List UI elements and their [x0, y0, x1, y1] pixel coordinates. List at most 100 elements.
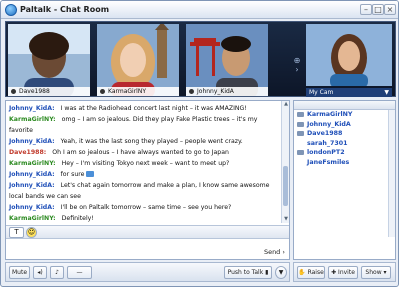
- minimize-button[interactable]: –: [360, 4, 372, 15]
- maximize-button[interactable]: □: [372, 4, 384, 15]
- message-nickname[interactable]: Johnny_KidA:: [9, 105, 55, 112]
- webcam-image: [186, 24, 268, 96]
- scroll-up-icon[interactable]: ▲: [282, 101, 290, 108]
- message-nickname[interactable]: Johnny_KidA:: [9, 204, 55, 211]
- title-bar: Paltalk - Chat Room – □ ×: [1, 1, 398, 19]
- message-nickname[interactable]: Dave1988:: [9, 149, 46, 156]
- video-strip: Dave1988 KarmaGirlNY Johnny_KidA ⊕ › My …: [5, 21, 396, 97]
- message-text: Hey – I'm visiting Tokyo next week – wan…: [61, 160, 230, 167]
- push-to-talk-button[interactable]: Push to Talk ▮: [224, 266, 272, 279]
- chat-message: Johnny_KidA: Let's chat again tomorrow an…: [9, 180, 281, 202]
- cam-caption: KarmaGirlNY: [97, 87, 179, 96]
- stop-icon[interactable]: ▼: [275, 266, 287, 279]
- chat-panel: Johnny_KidA: I was at the Radiohead conce…: [5, 100, 290, 260]
- formatting-toolbar: T ☺: [6, 225, 289, 239]
- chat-message: Johnny_KidA: I'll be on Paltalk tomorrow …: [9, 202, 281, 213]
- user-list-scrollbar[interactable]: [388, 110, 395, 237]
- volume-slider[interactable]: —: [67, 266, 92, 279]
- message-text: I was at the Radiohead concert last nigh…: [60, 105, 247, 112]
- message-nickname[interactable]: KarmaGirlNY:: [9, 215, 56, 222]
- raise-hand-button[interactable]: ✋ Raise: [297, 266, 325, 279]
- close-button[interactable]: ×: [384, 4, 396, 15]
- my-cam-label: My Cam: [309, 89, 334, 96]
- message-nickname[interactable]: KarmaGirlNY:: [9, 116, 56, 123]
- cam-caption: Dave1988: [8, 87, 90, 96]
- send-label: Send: [263, 248, 281, 256]
- cam-status-icon: [189, 89, 194, 94]
- my-cam-dropdown[interactable]: My Cam ▼: [306, 88, 392, 97]
- my-cam-preview[interactable]: [306, 24, 392, 86]
- message-nickname[interactable]: KarmaGirlNY:: [9, 160, 56, 167]
- user-list-item[interactable]: JaneFsmiles: [294, 158, 395, 168]
- camera-icon: [297, 131, 304, 136]
- message-input[interactable]: Send ›: [6, 239, 289, 259]
- audio-controls-bar: Mute ◂) ♪ — Push to Talk ▮ ▼: [5, 262, 290, 282]
- cam-status-icon: [11, 89, 16, 94]
- chevron-down-icon: ▼: [384, 89, 389, 96]
- message-nickname[interactable]: Johnny_KidA:: [9, 138, 55, 145]
- send-button[interactable]: Send ›: [264, 248, 285, 256]
- message-nickname[interactable]: Johnny_KidA:: [9, 182, 55, 189]
- user-list-item[interactable]: londonPT2: [294, 148, 395, 158]
- push-to-talk-label: Push to Talk: [227, 269, 264, 276]
- message-text: Definitely!: [61, 215, 94, 222]
- zoom-controls[interactable]: ⊕ ›: [292, 56, 302, 74]
- user-list-item[interactable]: Dave1988: [294, 129, 395, 139]
- user-name: sarah_7301: [307, 139, 348, 147]
- message-text: Oh I am so jealous – I have always wante…: [52, 149, 229, 156]
- user-list-item[interactable]: sarah_7301: [294, 139, 395, 149]
- invite-button[interactable]: ✚ Invite: [328, 266, 358, 279]
- chevron-down-icon: ▾: [383, 269, 387, 276]
- message-nickname[interactable]: Johnny_KidA:: [9, 171, 55, 178]
- chat-scrollbar[interactable]: ▲ ▼: [281, 101, 289, 223]
- cam-caption: Johnny_KidA: [186, 87, 268, 96]
- user-list-item[interactable]: Johnny_KidA: [294, 120, 395, 130]
- cam-username: Dave1988: [19, 88, 50, 95]
- emoticon-icon: [86, 171, 95, 177]
- camera-icon: [297, 112, 304, 117]
- show-label: Show: [365, 269, 382, 276]
- user-name: Dave1988: [307, 130, 343, 137]
- speaker-icon[interactable]: ◂): [33, 266, 47, 279]
- scroll-right-icon[interactable]: ›: [292, 65, 302, 74]
- video-tile-1[interactable]: Dave1988: [8, 24, 90, 96]
- emoticon-icon[interactable]: ☺: [26, 227, 37, 238]
- scroll-down-icon[interactable]: ▼: [282, 216, 290, 223]
- user-name: JaneFsmiles: [307, 158, 350, 166]
- microphone-icon[interactable]: ♪: [50, 266, 64, 279]
- chat-message: Johnny_KidA: Yeah, it was the last song t…: [9, 136, 281, 147]
- user-list-header: [294, 101, 395, 110]
- message-text: Yeah, it was the last song they played –…: [60, 138, 243, 145]
- chat-message: KarmaGirlNY: Definitely!: [9, 213, 281, 224]
- camera-icon: [297, 121, 304, 127]
- scroll-thumb[interactable]: [283, 166, 288, 206]
- webcam-image: [8, 24, 90, 96]
- chat-message: KarmaGirlNY: Hey – I'm visiting Tokyo nex…: [9, 158, 281, 169]
- message-text: I'll be on Paltalk tomorrow – same time …: [60, 204, 232, 211]
- user-list-item[interactable]: KarmaGirlNY: [294, 110, 395, 120]
- user-name: KarmaGirlNY: [307, 111, 353, 118]
- video-tile-2[interactable]: KarmaGirlNY: [97, 24, 179, 96]
- cam-username: Johnny_KidA: [197, 88, 234, 95]
- room-actions-bar: ✋ Raise ✚ Invite Show ▾: [293, 262, 396, 282]
- user-name: Johnny_KidA: [307, 120, 351, 128]
- message-text: for sure: [60, 171, 85, 178]
- chat-message: KarmaGirlNY: omg – I am so jealous. Did t…: [9, 114, 281, 136]
- show-button[interactable]: Show ▾: [361, 266, 391, 279]
- invite-icon: ✚: [331, 269, 337, 276]
- raise-label: Raise: [307, 269, 324, 276]
- chat-message: Johnny_KidA: I was at the Radiohead conce…: [9, 103, 281, 114]
- mute-button[interactable]: Mute: [9, 266, 30, 279]
- window-title: Paltalk - Chat Room: [20, 5, 110, 14]
- video-tile-3[interactable]: Johnny_KidA: [186, 24, 268, 96]
- font-icon[interactable]: T: [9, 227, 24, 238]
- camera-icon: [297, 150, 304, 155]
- zoom-in-icon[interactable]: ⊕: [292, 56, 302, 65]
- paltalk-logo-icon: [5, 4, 17, 16]
- webcam-image: [306, 24, 392, 86]
- webcam-image: [97, 24, 179, 96]
- chat-message: Johnny_KidA: for sure: [9, 169, 281, 180]
- hand-icon: ✋: [298, 269, 306, 276]
- invite-label: Invite: [338, 269, 355, 276]
- cam-username: KarmaGirlNY: [108, 88, 146, 95]
